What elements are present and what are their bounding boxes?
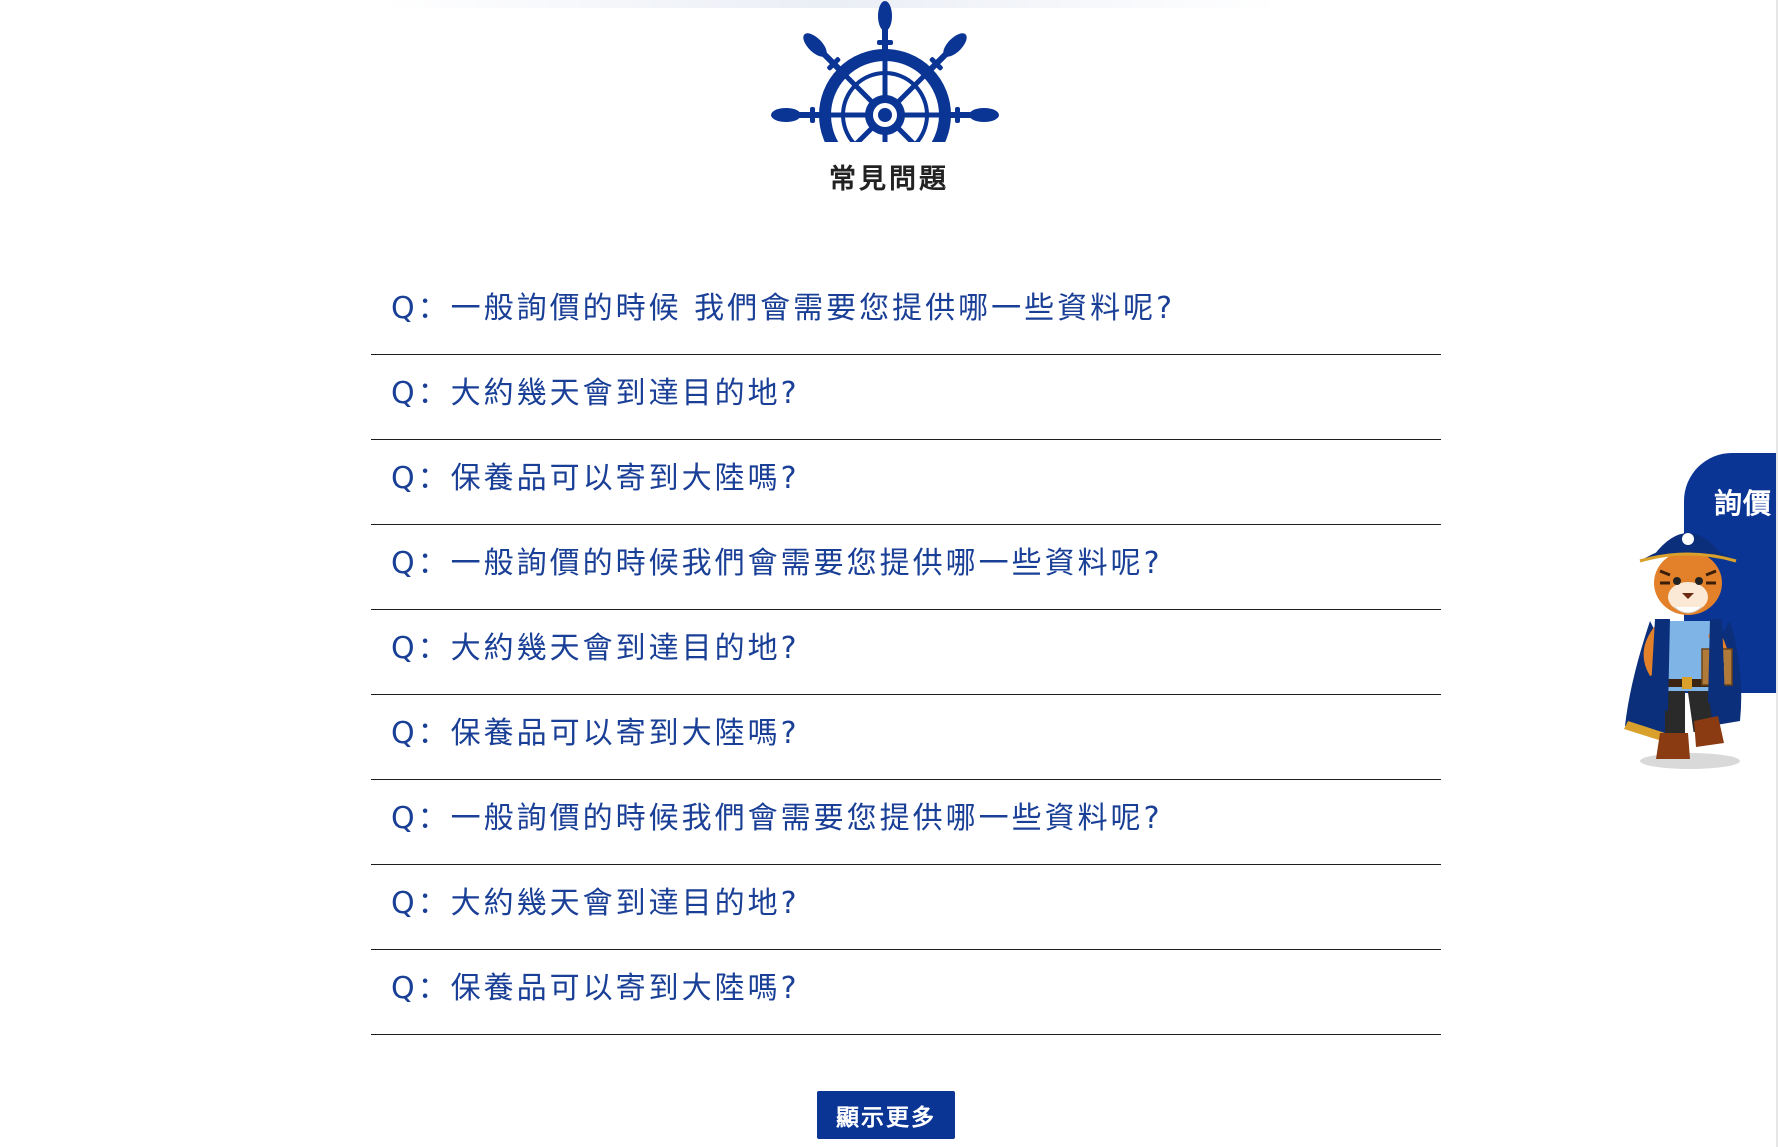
faq-question: Q：一般詢價的時候 我們會需要您提供哪一些資料呢? [391, 291, 1176, 326]
faq-item[interactable]: Q：一般詢價的時候我們會需要您提供哪一些資料呢? [371, 780, 1441, 865]
faq-item[interactable]: Q：保養品可以寄到大陸嗎? [371, 440, 1441, 525]
faq-question: Q：大約幾天會到達目的地? [391, 376, 800, 411]
faq-question: Q：大約幾天會到達目的地? [391, 886, 800, 921]
faq-item[interactable]: Q：保養品可以寄到大陸嗎? [371, 950, 1441, 1035]
faq-question: Q：一般詢價的時候我們會需要您提供哪一些資料呢? [391, 546, 1163, 581]
faq-item[interactable]: Q：保養品可以寄到大陸嗎? [371, 695, 1441, 780]
ship-wheel-icon [771, 1, 999, 142]
faq-item[interactable]: Q：大約幾天會到達目的地? [371, 865, 1441, 950]
faq-question: Q：保養品可以寄到大陸嗎? [391, 461, 800, 496]
page-title: 常見問題 [829, 164, 949, 195]
faq-question: Q：一般詢價的時候我們會需要您提供哪一些資料呢? [391, 801, 1163, 836]
faq-question: Q：保養品可以寄到大陸嗎? [391, 716, 800, 751]
inquiry-widget[interactable]: 詢價 [1610, 453, 1778, 773]
faq-page: 常見問題 Q：一般詢價的時候 我們會需要您提供哪一些資料呢? Q：大約幾天會到達… [0, 0, 1778, 1147]
faq-item[interactable]: Q：大約幾天會到達目的地? [371, 610, 1441, 695]
tiger-pirate-mascot [1624, 533, 1742, 769]
faq-question: Q：大約幾天會到達目的地? [391, 631, 800, 666]
faq-item[interactable]: Q：一般詢價的時候我們會需要您提供哪一些資料呢? [371, 525, 1441, 610]
faq-item[interactable]: Q：一般詢價的時候 我們會需要您提供哪一些資料呢? [371, 270, 1441, 355]
faq-question: Q：保養品可以寄到大陸嗎? [391, 971, 800, 1006]
faq-item[interactable]: Q：大約幾天會到達目的地? [371, 355, 1441, 440]
faq-list: Q：一般詢價的時候 我們會需要您提供哪一些資料呢? Q：大約幾天會到達目的地? … [371, 270, 1441, 1035]
show-more-button[interactable]: 顯示更多 [817, 1091, 955, 1139]
